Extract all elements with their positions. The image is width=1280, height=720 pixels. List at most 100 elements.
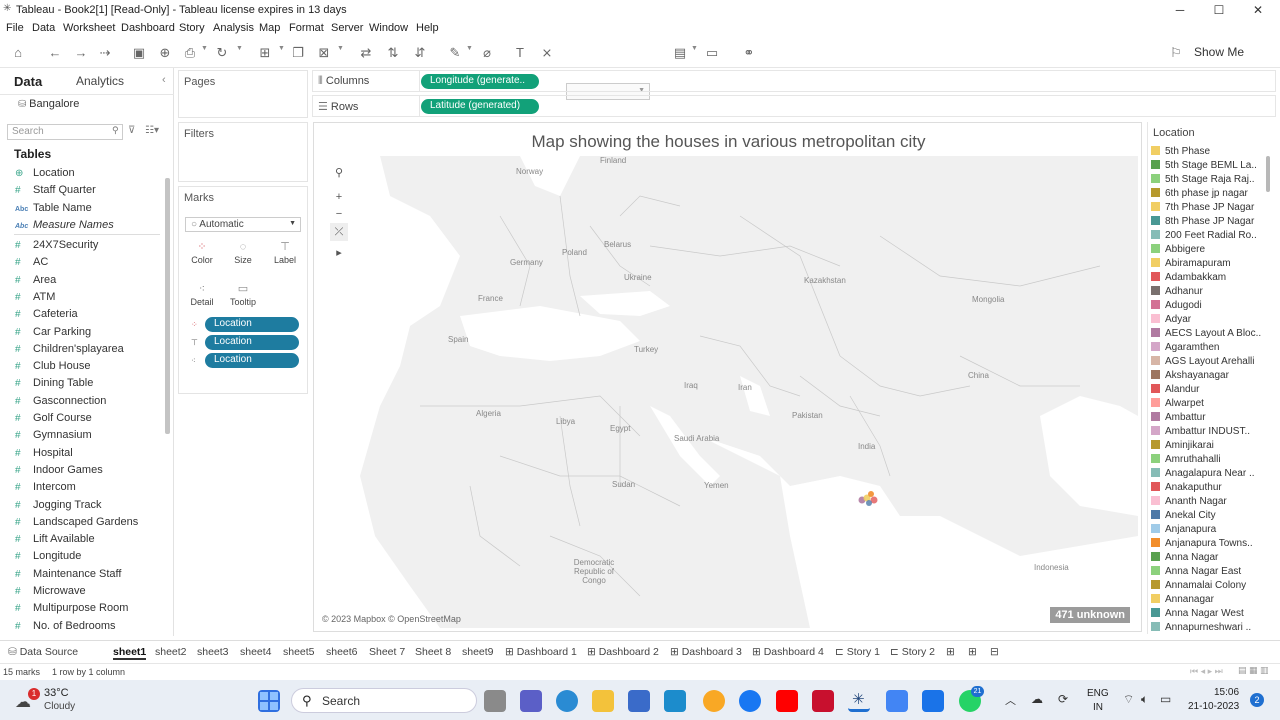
columns-shelf[interactable]: ⦀ Columns Longitude (generate..: [312, 70, 1276, 92]
legend-item[interactable]: 5th Phase: [1151, 146, 1210, 157]
presentation-mode-icon[interactable]: ▭: [703, 44, 721, 62]
legend-item[interactable]: Akshayanagar: [1151, 370, 1229, 381]
legend-item[interactable]: AECS Layout A Bloc..: [1151, 328, 1261, 339]
mark-type-select[interactable]: ○ Automatic ▼: [185, 217, 301, 232]
field-item[interactable]: # Longitude: [15, 550, 81, 562]
legend-item[interactable]: Annanagar: [1151, 594, 1214, 605]
windows-start-icon[interactable]: [258, 690, 280, 712]
view-toggle-icons[interactable]: ▤ ▦ ▥: [1238, 665, 1269, 676]
share-icon[interactable]: ⚭: [740, 44, 758, 62]
field-item[interactable]: # Multipurpose Room: [15, 602, 128, 614]
legend-item[interactable]: Anna Nagar: [1151, 552, 1218, 563]
legend-item[interactable]: 200 Feet Radial Ro..: [1151, 230, 1257, 241]
navigation-arrows[interactable]: ⏮ ◂ ▸ ⏭: [1190, 666, 1223, 677]
menu-data[interactable]: Data: [32, 22, 55, 34]
file-explorer-icon[interactable]: [592, 690, 614, 712]
map-attribution[interactable]: © 2023 Mapbox © OpenStreetMap: [322, 614, 461, 624]
pill-location-label[interactable]: Location: [205, 335, 299, 350]
pages-card[interactable]: Pages: [178, 70, 308, 118]
view-options-icon[interactable]: ☷▾: [145, 125, 159, 136]
legend-item[interactable]: Anagalapura Near ..: [1151, 468, 1255, 479]
tab-dashboard1[interactable]: ⊞ Dashboard 1: [505, 646, 577, 658]
menu-story[interactable]: Story: [179, 22, 205, 34]
tableau-taskbar-icon[interactable]: ✳: [848, 690, 870, 712]
whatsapp-icon[interactable]: 21: [959, 686, 984, 712]
field-item[interactable]: # Hospital: [15, 447, 73, 459]
region-indicator[interactable]: IN: [1093, 702, 1103, 713]
tab-sheet9[interactable]: sheet9: [462, 646, 494, 658]
notes-icon[interactable]: [886, 690, 908, 712]
wifi-icon[interactable]: ⌔: [1123, 692, 1134, 707]
field-item[interactable]: # Golf Course: [15, 412, 92, 424]
zoom-in-button[interactable]: +: [330, 188, 348, 206]
battery-icon[interactable]: ▭: [1160, 692, 1171, 706]
legend-item[interactable]: Ananth Nagar: [1151, 496, 1227, 507]
field-item[interactable]: # Club House: [15, 360, 90, 372]
tab-dashboard4[interactable]: ⊞ Dashboard 4: [752, 646, 824, 658]
menu-dashboard[interactable]: Dashboard: [121, 22, 175, 34]
clock-time[interactable]: 15:06: [1214, 687, 1239, 698]
language-indicator[interactable]: ENG: [1087, 688, 1109, 699]
viz-title[interactable]: Map showing the houses in various metrop…: [314, 132, 1141, 152]
scrollbar[interactable]: [165, 178, 170, 434]
field-item[interactable]: # ATM: [15, 291, 55, 303]
show-me-button[interactable]: Show Me: [1194, 45, 1244, 59]
youtube-icon[interactable]: [776, 690, 798, 712]
field-item[interactable]: # Lift Available: [15, 533, 95, 545]
field-location[interactable]: ⊕ Location: [15, 167, 75, 179]
home-icon[interactable]: ⌂: [9, 44, 27, 62]
tab-datasource[interactable]: ⛁ Data Source: [8, 646, 78, 658]
legend-item[interactable]: Alwarpet: [1151, 398, 1204, 409]
tray-cloud-icon[interactable]: ☁: [1031, 692, 1043, 706]
tab-sheet2[interactable]: sheet2: [155, 646, 187, 658]
reset-map-icon[interactable]: ⤫: [330, 223, 348, 241]
show-me-icon[interactable]: ⚐: [1167, 44, 1185, 62]
clock-date[interactable]: 21-10-2023: [1188, 701, 1239, 712]
field-item[interactable]: # Landscaped Gardens: [15, 516, 138, 528]
menu-window[interactable]: Window: [369, 22, 408, 34]
chevron-down-icon[interactable]: ▼: [466, 45, 473, 52]
redo-icon[interactable]: →: [72, 44, 90, 62]
store-icon[interactable]: [628, 690, 650, 712]
tab-sheet8[interactable]: Sheet 8: [415, 646, 451, 658]
legend-item[interactable]: 5th Stage BEML La..: [1151, 160, 1257, 171]
pill-longitude[interactable]: Longitude (generate..: [421, 74, 539, 89]
legend-item[interactable]: Anjanapura Towns..: [1151, 538, 1253, 549]
mcafee-icon[interactable]: [664, 690, 686, 712]
legend-item[interactable]: 7th Phase JP Nagar: [1151, 202, 1254, 213]
pill-location-color[interactable]: Location: [205, 317, 299, 332]
field-item[interactable]: # Indoor Games: [15, 464, 103, 476]
collapse-pane-icon[interactable]: ‹: [162, 74, 166, 86]
field-item[interactable]: # Intercom: [15, 481, 76, 493]
label-button[interactable]: ⊤ Label: [267, 239, 303, 271]
field-item[interactable]: # AC: [15, 256, 48, 268]
minimize-button[interactable]: ─: [1168, 1, 1192, 19]
sort-ascending-icon[interactable]: ⇅: [384, 44, 402, 62]
undo-icon[interactable]: ←: [46, 44, 64, 62]
legend-item[interactable]: Adyar: [1151, 314, 1191, 325]
legend-item[interactable]: Annamalai Colony: [1151, 580, 1246, 591]
pill-latitude[interactable]: Latitude (generated): [421, 99, 539, 114]
sort-descending-icon[interactable]: ⇵: [411, 44, 429, 62]
clear-sheet-icon[interactable]: ⊠: [315, 44, 333, 62]
unknown-badge[interactable]: 471 unknown: [1050, 607, 1130, 623]
tab-dashboard2[interactable]: ⊞ Dashboard 2: [587, 646, 659, 658]
menu-analysis[interactable]: Analysis: [213, 22, 254, 34]
field-item[interactable]: # Car Parking: [15, 326, 91, 338]
pause-updates-icon[interactable]: ⎙: [181, 44, 199, 62]
show-labels-icon[interactable]: T: [511, 44, 529, 62]
tab-sheet6[interactable]: sheet6: [326, 646, 358, 658]
filters-card[interactable]: Filters: [178, 122, 308, 182]
duplicate-sheet-icon[interactable]: ❐: [289, 44, 307, 62]
tooltip-button[interactable]: ▭ Tooltip: [225, 281, 261, 313]
close-button[interactable]: ✕: [1246, 1, 1270, 19]
field-table-name[interactable]: Abc Table Name: [15, 202, 92, 214]
legend-item[interactable]: Anjanapura: [1151, 524, 1216, 535]
refresh-icon[interactable]: ↻: [213, 44, 231, 62]
scrollbar[interactable]: [1266, 156, 1270, 192]
field-item[interactable]: # Gymnasium: [15, 429, 92, 441]
filter-icon[interactable]: ⊽: [128, 125, 135, 136]
detail-button[interactable]: ⁖ Detail: [184, 281, 220, 313]
menu-worksheet[interactable]: Worksheet: [63, 22, 115, 34]
legend-item[interactable]: Aminjikarai: [1151, 440, 1214, 451]
